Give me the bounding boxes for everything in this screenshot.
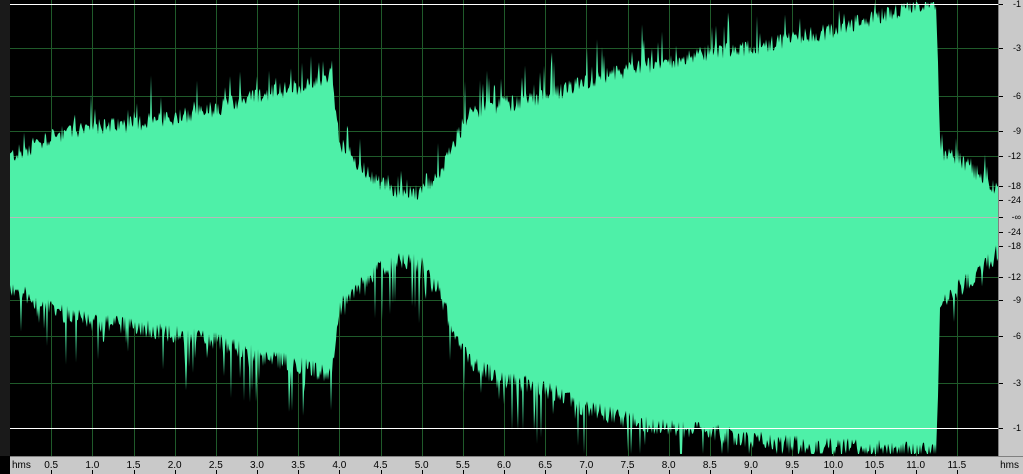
db-tick-mark	[999, 232, 1003, 233]
time-tick-mark	[874, 470, 876, 474]
amplitude-db-scale: -1 -3 -6 -9 -12 -18 -24 -∞ -24 -18 -12 -9 -6 -3 -1	[998, 0, 1023, 456]
time-tick-mark	[257, 470, 258, 474]
time-tick-mark	[462, 470, 464, 474]
db-tick-label: -∞	[1011, 212, 1021, 222]
db-tick-label: -24	[1007, 195, 1021, 205]
time-tick-mark	[709, 470, 711, 474]
waveform-canvas[interactable]	[10, 0, 998, 456]
db-tick-mark	[999, 186, 1003, 187]
db-tick-mark	[999, 48, 1003, 49]
time-tick-mark	[668, 470, 670, 474]
time-tick-mark	[792, 470, 794, 474]
db-tick-mark	[999, 277, 1003, 278]
db-tick-label: -1	[1012, 0, 1021, 9]
time-tick-mark	[915, 470, 917, 474]
db-tick-mark	[999, 96, 1003, 97]
db-tick-label: -24	[1007, 227, 1021, 237]
db-tick-mark	[999, 200, 1003, 201]
time-tick-mark	[298, 470, 300, 474]
time-tick-mark	[833, 470, 835, 474]
ruler-unit-right: hms	[1000, 460, 1019, 471]
db-tick-mark	[999, 300, 1003, 301]
waveform-display[interactable]	[10, 0, 998, 456]
db-tick-mark	[999, 428, 1003, 429]
db-tick-mark	[999, 383, 1003, 384]
db-tick-mark	[999, 131, 1003, 132]
time-tick-mark	[627, 470, 629, 474]
db-tick-label: -12	[1007, 151, 1021, 161]
db-tick-label: -18	[1007, 181, 1021, 191]
db-tick-mark	[999, 4, 1003, 5]
time-tick-mark	[545, 470, 547, 474]
db-tick-mark	[999, 336, 1003, 337]
time-tick-mark	[174, 470, 176, 474]
time-tick-mark	[421, 470, 423, 474]
time-tick-mark	[92, 470, 94, 474]
time-tick-mark	[215, 470, 217, 474]
time-tick-mark	[380, 470, 382, 474]
db-tick-label: -6	[1012, 91, 1021, 101]
time-tick-mark	[504, 470, 505, 474]
audio-editor-window: -1 -3 -6 -9 -12 -18 -24 -∞ -24 -18 -12 -9 -6 -3 -1 hms…	[0, 0, 1023, 474]
time-tick-mark	[133, 470, 135, 474]
time-tick-mark	[339, 470, 341, 474]
ruler-unit-left: hms	[12, 460, 31, 471]
db-tick-label: -3	[1012, 378, 1021, 388]
db-tick-mark	[999, 217, 1003, 218]
time-tick-mark	[956, 470, 958, 474]
db-tick-label: -3	[1012, 43, 1021, 53]
time-tick-mark	[51, 470, 53, 474]
db-tick-label: -9	[1012, 126, 1021, 136]
time-ruler[interactable]: hms hms 0.5 1.0 1.5 2.0 2.5 3.0 3.5 4.0 4.5 5.0 5.…	[10, 456, 1023, 474]
time-tick-mark	[586, 470, 588, 474]
db-tick-label: -12	[1007, 272, 1021, 282]
db-tick-label: -9	[1012, 295, 1021, 305]
db-tick-label: -1	[1012, 423, 1021, 433]
db-tick-mark	[999, 156, 1003, 157]
db-tick-mark	[999, 246, 1003, 247]
db-tick-label: -18	[1007, 241, 1021, 251]
time-tick-mark	[751, 470, 752, 474]
db-tick-label: -6	[1012, 331, 1021, 341]
